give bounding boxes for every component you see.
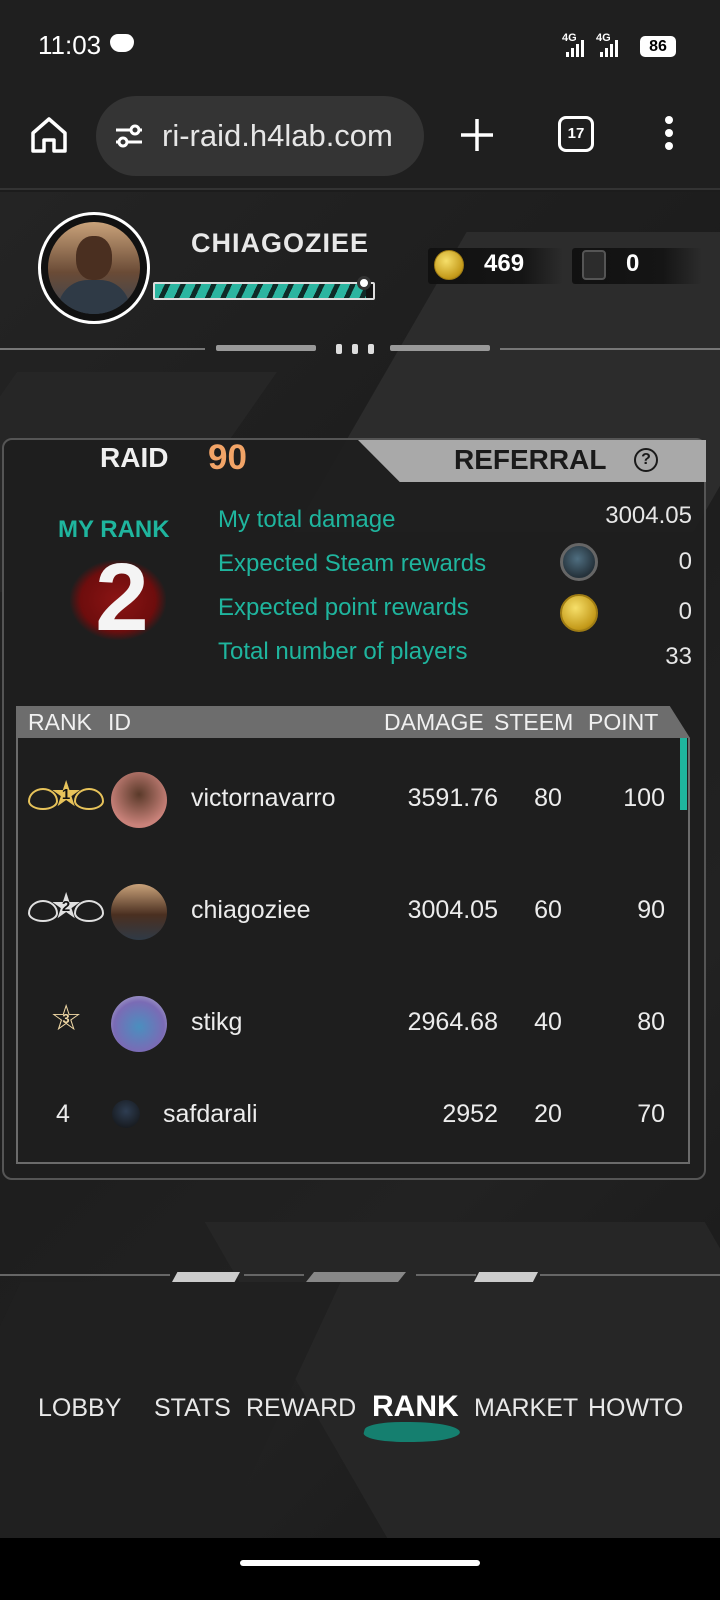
discord-icon [110, 34, 134, 52]
row-point: 100 [623, 784, 665, 812]
row-id: safdarali [163, 1100, 258, 1128]
active-tab-highlight [361, 1422, 463, 1442]
table-row[interactable]: 4 safdarali 2952 20 70 [18, 1076, 678, 1156]
row-steem: 80 [534, 784, 562, 812]
stat-steam-rewards-value: 0 [678, 548, 692, 575]
my-rank-value: 2 [95, 544, 149, 651]
row-steem: 40 [534, 1008, 562, 1036]
row-point: 90 [637, 896, 665, 924]
row-steem: 60 [534, 896, 562, 924]
table-row[interactable]: ★ 1 victornavarro 3591.76 80 100 [18, 760, 678, 840]
site-settings-icon[interactable] [114, 122, 144, 150]
stat-point-rewards-label: Expected point rewards [218, 594, 469, 621]
stat-point-rewards-value: 0 [678, 598, 692, 625]
avatar[interactable] [48, 222, 140, 314]
gold-wing-badge-icon: ★ 1 [28, 770, 104, 826]
bottom-navigation: LOBBY STATS REWARD RANK MARKET HOWTO [0, 1380, 720, 1460]
more-menu-icon[interactable] [664, 116, 674, 156]
stat-total-damage-value: 3004.05 [605, 502, 692, 529]
coin-icon [434, 250, 464, 280]
nav-reward[interactable]: REWARD [246, 1394, 356, 1423]
table-row[interactable]: ☆ 3 stikg 2964.68 40 80 [18, 984, 678, 1064]
home-icon[interactable] [28, 114, 70, 156]
row-damage: 3004.05 [407, 896, 498, 924]
nav-howto[interactable]: HOWTO [588, 1394, 683, 1423]
page: 11:03 4G 4G 86 ri-raid.h4lab.com 17 CHIA… [0, 0, 720, 1600]
status-bar: 11:03 4G 4G 86 [0, 0, 720, 90]
help-icon[interactable]: ? [634, 448, 658, 472]
table-header: RANK ID DAMAGE STEEM POINT [16, 706, 690, 738]
coin-balance: 469 [428, 248, 563, 284]
signal-bars-2-icon [600, 40, 618, 57]
stat-total-players-value: 33 [665, 643, 692, 670]
gesture-bar [0, 1538, 720, 1600]
table-row[interactable]: ★ 2 chiagoziee 3004.05 60 90 [18, 872, 678, 952]
avatar [111, 996, 167, 1052]
row-damage: 3591.76 [407, 784, 498, 812]
silver-wing-badge-icon: ★ 2 [28, 882, 104, 938]
url-text[interactable]: ri-raid.h4lab.com [162, 118, 412, 154]
address-bar[interactable]: ri-raid.h4lab.com [96, 96, 424, 176]
avatar [111, 772, 167, 828]
row-rank: 4 [56, 1100, 70, 1128]
username: CHIAGOZIEE [190, 228, 369, 258]
signal-bars-1-icon [566, 40, 584, 57]
row-point: 80 [637, 1008, 665, 1036]
avatar [111, 884, 167, 940]
col-steem[interactable]: STEEM [494, 709, 573, 736]
nav-rank[interactable]: RANK [372, 1390, 459, 1424]
header-divider [0, 344, 720, 354]
steem-icon [560, 543, 598, 581]
footer-divider [0, 1272, 720, 1286]
tab-referral[interactable]: REFERRAL ? [358, 440, 706, 482]
tab-referral-label: REFERRAL [454, 444, 607, 475]
xp-progress-marker [357, 276, 371, 290]
row-damage: 2952 [442, 1100, 498, 1128]
xp-progress-bar [153, 282, 375, 300]
avatar [112, 1100, 140, 1128]
status-time: 11:03 [38, 30, 102, 60]
tab-raid[interactable]: RAID [100, 442, 168, 474]
battery-indicator: 86 [640, 36, 676, 57]
col-rank[interactable]: RANK [28, 709, 92, 736]
coin-value: 469 [484, 250, 525, 277]
row-id: chiagoziee [191, 896, 311, 924]
nav-market[interactable]: MARKET [474, 1394, 578, 1423]
my-rank-label: MY RANK [58, 516, 170, 543]
col-id[interactable]: ID [108, 709, 131, 736]
steem-value: 0 [626, 250, 640, 277]
row-point: 70 [637, 1100, 665, 1128]
wallet-icon [582, 250, 606, 280]
coin-icon [560, 594, 598, 632]
stat-total-players-label: Total number of players [218, 638, 468, 665]
steem-balance: 0 [572, 248, 702, 284]
raid-number: 90 [208, 438, 247, 477]
row-damage: 2964.68 [407, 1008, 498, 1036]
nav-stats[interactable]: STATS [154, 1394, 231, 1423]
new-tab-icon[interactable] [458, 116, 496, 154]
stat-total-damage-label: My total damage [218, 506, 396, 533]
tab-switcher-button[interactable]: 17 [558, 116, 594, 152]
col-damage[interactable]: DAMAGE [384, 709, 484, 736]
table-scrollbar[interactable] [680, 738, 687, 810]
row-id: stikg [191, 1008, 243, 1036]
col-point[interactable]: POINT [588, 709, 658, 736]
stat-steam-rewards-label: Expected Steam rewards [218, 550, 487, 577]
browser-toolbar: ri-raid.h4lab.com 17 [0, 90, 720, 190]
bronze-star-badge-icon: ☆ 3 [50, 997, 83, 1038]
nav-lobby[interactable]: LOBBY [38, 1394, 121, 1423]
row-steem: 20 [534, 1100, 562, 1128]
row-id: victornavarro [191, 784, 336, 812]
